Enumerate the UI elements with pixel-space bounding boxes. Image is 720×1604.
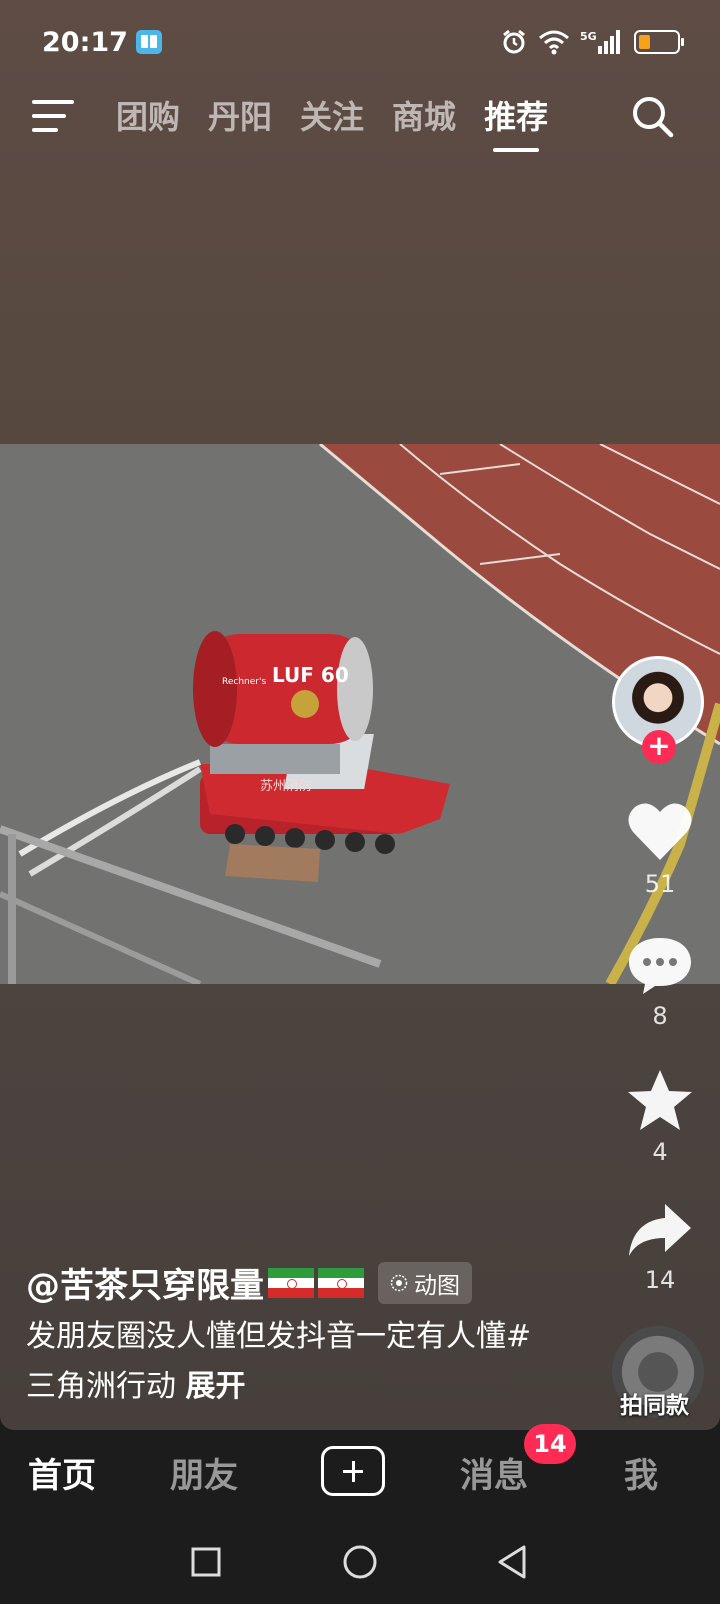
author-line: @苦茶只穿限量 动图 (26, 1258, 472, 1307)
bottom-nav: 首页 朋友 消息 14 我 (0, 1424, 720, 1530)
railing-post (8, 834, 16, 984)
star-icon (628, 1070, 692, 1130)
system-nav-bar (0, 1530, 720, 1604)
tab-group-buy[interactable]: 团购 (116, 92, 180, 138)
search-icon[interactable] (628, 92, 676, 140)
status-bar: 20:17 5G (42, 22, 684, 62)
tab-following[interactable]: 关注 (300, 92, 364, 138)
iran-flag-icon (318, 1267, 364, 1298)
video-frame: LUF 60 Rechner's 苏州消防 (0, 444, 720, 984)
favorite-button[interactable]: 4 (610, 1068, 710, 1166)
author-name[interactable]: @苦茶只穿限量 (26, 1258, 264, 1307)
comment-button[interactable]: 8 (610, 934, 710, 1030)
feed-tabs: 团购 丹阳 关注 商城 推荐 (116, 92, 548, 152)
animated-image-label: 动图 (414, 1272, 460, 1299)
like-button[interactable]: 51 (610, 800, 710, 898)
alarm-icon (503, 29, 525, 54)
animated-image-chip: 动图 (378, 1261, 472, 1304)
expand-caption-button[interactable]: 展开 (186, 1369, 246, 1404)
video-player[interactable]: LUF 60 Rechner's 苏州消防 (0, 444, 720, 984)
caption-text: 发朋友圈没人懂但发抖音一定有人懂#三角洲行动 (26, 1319, 532, 1404)
top-nav: 团购 丹阳 关注 商城 推荐 (0, 92, 720, 162)
nav-friends[interactable]: 朋友 (170, 1448, 238, 1497)
share-count: 14 (644, 1266, 676, 1294)
floor-mat (225, 844, 320, 882)
iran-flag-icon (268, 1267, 314, 1298)
heart-icon (628, 803, 692, 860)
wifi-icon (539, 30, 569, 55)
favorite-count: 4 (652, 1138, 668, 1166)
network-type-label: 5G (580, 30, 597, 43)
comment-count: 8 (652, 1002, 668, 1030)
comment-icon (629, 938, 691, 994)
robot-side-label: 苏州消防 (260, 778, 312, 794)
back-triangle-icon[interactable] (496, 1544, 528, 1580)
robot-brand-label: Rechner's (222, 677, 266, 687)
tab-mall[interactable]: 商城 (392, 92, 456, 138)
status-time: 20:17 (42, 26, 128, 58)
cellular-signal-icon: 5G (580, 30, 620, 54)
battery-icon (634, 30, 684, 54)
recent-apps-icon[interactable] (190, 1546, 222, 1578)
nav-messages[interactable]: 消息 (460, 1448, 528, 1497)
like-count: 51 (644, 870, 676, 898)
follow-plus-button[interactable]: + (642, 730, 676, 764)
robot-model-label: LUF 60 (272, 663, 349, 687)
tab-danyang[interactable]: 丹阳 (208, 92, 272, 138)
home-circle-icon[interactable] (342, 1544, 378, 1580)
menu-icon[interactable] (30, 96, 78, 136)
reader-app-icon (135, 30, 162, 54)
share-arrow-icon (629, 1204, 691, 1256)
video-caption[interactable]: 发朋友圈没人懂但发抖音一定有人懂#三角洲行动 展开 (26, 1312, 546, 1412)
messages-badge: 14 (524, 1424, 576, 1464)
video-feed[interactable]: 20:17 5G 团购 丹阳 关注 商城 推荐 LUF 60 Rechner's… (0, 0, 720, 1430)
shoot-same-label[interactable]: 拍同款 (620, 1386, 689, 1420)
tab-recommended[interactable]: 推荐 (484, 92, 548, 152)
share-button[interactable]: 14 (610, 1200, 710, 1294)
nav-home[interactable]: 首页 (28, 1448, 96, 1497)
nav-me[interactable]: 我 (624, 1448, 658, 1497)
live-photo-icon (390, 1274, 408, 1291)
create-post-button[interactable] (321, 1446, 385, 1496)
